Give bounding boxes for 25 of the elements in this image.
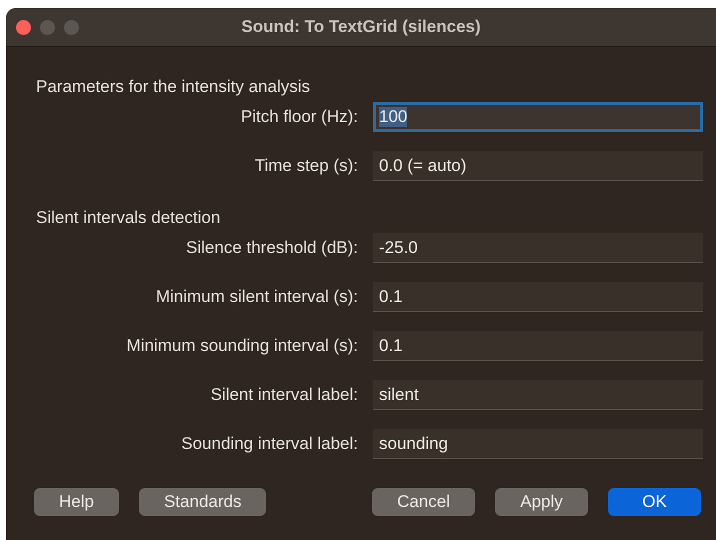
dialog-button[interactable]: Cancel [372,488,475,516]
field-label: Silent interval label: [210,385,358,405]
section-heading: Silent intervals detection [36,208,220,227]
minimize-button[interactable] [40,20,55,35]
dialog-button[interactable]: Apply [495,488,588,516]
input-field[interactable]: 0.1 [373,282,703,312]
input-field[interactable]: silent [373,380,703,410]
close-button[interactable] [16,20,31,35]
input-field[interactable]: sounding [373,429,703,459]
window-title: Sound: To TextGrid (silences) [241,17,481,37]
input-field[interactable]: 0.1 [373,331,703,361]
dialog-button[interactable]: Help [34,488,119,516]
section-heading: Parameters for the intensity analysis [36,77,310,96]
field-label: Silence threshold (dB): [185,238,358,258]
field-label: Minimum sounding interval (s): [126,336,358,356]
zoom-button[interactable] [64,20,79,35]
dialog-button[interactable]: Standards [138,488,266,516]
input-field[interactable]: 100 [373,102,703,132]
input-field[interactable]: 0.0 (= auto) [373,151,703,181]
input-field[interactable]: -25.0 [373,233,703,263]
field-label: Time step (s): [254,156,358,176]
default-button[interactable]: OK [608,488,701,516]
field-label: Sounding interval label: [180,434,358,454]
field-label: Minimum silent interval (s): [154,287,358,307]
field-label: Pitch floor (Hz): [240,107,358,127]
